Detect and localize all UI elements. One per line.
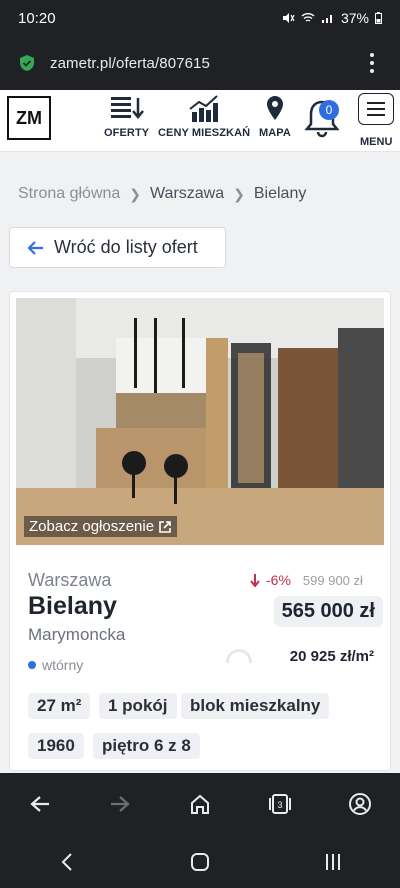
nav-offers-label: OFERTY: [104, 127, 150, 139]
nav-prices-label: CENY MIESZKAŃ: [158, 127, 251, 139]
nav-map[interactable]: MAPA: [258, 94, 292, 139]
status-bar: 10:20 37%: [0, 0, 400, 36]
list-sort-icon: [110, 97, 144, 119]
back-to-list-button[interactable]: Wróć do listy ofert: [9, 227, 226, 268]
battery-level: 37%: [340, 10, 369, 26]
svg-text:3: 3: [277, 800, 282, 810]
notifications-button[interactable]: 0: [304, 96, 340, 138]
view-listing-label: Zobacz ogłoszenie: [29, 518, 155, 535]
bar-chart-icon: [189, 95, 219, 122]
chevron-right-icon: ❯: [129, 185, 142, 202]
price-per-m2: 20 925 zł/m²: [289, 648, 374, 665]
clock: 10:20: [18, 9, 56, 27]
mute-icon: [282, 13, 295, 23]
old-price: 599 900 zł: [302, 572, 363, 588]
system-recents-icon[interactable]: [313, 842, 353, 882]
breadcrumb-home[interactable]: Strona główna: [18, 185, 120, 203]
tag-year: 1960: [28, 733, 84, 759]
listing-city: Warszawa: [28, 570, 112, 590]
arrow-down-icon: [250, 573, 260, 587]
back-icon[interactable]: [20, 784, 60, 824]
profile-icon[interactable]: [340, 784, 380, 824]
market-type-label: wtórny: [42, 657, 84, 673]
listing-card[interactable]: Zobacz ogłoszenie Warszawa Bielany Marym…: [9, 291, 391, 771]
forward-icon[interactable]: [100, 784, 140, 824]
nav-offers[interactable]: OFERTY: [104, 94, 149, 139]
apartment-photo: [16, 298, 384, 545]
tag-building-type: blok mieszkalny: [181, 693, 330, 719]
notification-badge: 0: [319, 100, 339, 120]
breadcrumb-city[interactable]: Warszawa: [150, 185, 224, 203]
site-header: ZM OFERTY CENY MIESZKAŃ MAPA 0 MENU: [0, 90, 400, 152]
map-pin-icon: [267, 96, 283, 120]
listing-price: 565 000 zł: [273, 596, 383, 627]
nav-prices[interactable]: CENY MIESZKAŃ: [158, 94, 250, 139]
price-change: -6% 599 900 zł: [250, 572, 363, 588]
browser-menu-icon[interactable]: [362, 53, 382, 73]
arrow-left-icon: [28, 240, 43, 255]
tag-floor: piętro 6 z 8: [93, 733, 200, 759]
hamburger-menu-icon[interactable]: [358, 93, 394, 125]
home-icon[interactable]: [180, 784, 220, 824]
market-dot-icon: [28, 661, 36, 669]
market-type: wtórny: [28, 657, 83, 673]
browser-toolbar: 3: [0, 773, 400, 835]
tag-rooms: 1 pokój: [99, 693, 177, 719]
system-back-icon[interactable]: [47, 842, 87, 882]
listing-street: Marymoncka: [28, 625, 126, 644]
back-to-list-label: Wróć do listy ofert: [54, 237, 198, 257]
menu-label[interactable]: MENU: [360, 136, 392, 148]
secure-shield-icon[interactable]: [18, 54, 36, 72]
site-logo[interactable]: ZM: [7, 96, 51, 140]
system-navigation: [0, 835, 400, 888]
browser-address-bar[interactable]: zametr.pl/oferta/807615: [0, 36, 400, 90]
system-home-icon[interactable]: [180, 842, 220, 882]
listing-photo[interactable]: Zobacz ogłoszenie: [16, 298, 384, 545]
wifi-icon: [301, 13, 315, 22]
breadcrumb-district[interactable]: Bielany: [254, 185, 306, 203]
chevron-right-icon: ❯: [233, 185, 245, 202]
external-link-icon: [159, 520, 171, 533]
tag-area: 27 m²: [28, 693, 91, 719]
price-change-value: -6%: [266, 572, 291, 588]
listing-district: Bielany: [28, 592, 117, 620]
view-listing-link[interactable]: Zobacz ogłoszenie: [24, 516, 178, 537]
signal-icon: [321, 15, 332, 23]
url-text[interactable]: zametr.pl/oferta/807615: [50, 55, 362, 72]
loading-spinner-icon: [226, 649, 252, 663]
breadcrumb: Strona główna ❯ Warszawa ❯ Bielany: [18, 185, 306, 203]
tabs-icon[interactable]: 3: [260, 784, 300, 824]
battery-icon: [375, 12, 382, 24]
nav-map-label: MAPA: [259, 127, 291, 139]
status-icons: 37%: [281, 10, 382, 26]
